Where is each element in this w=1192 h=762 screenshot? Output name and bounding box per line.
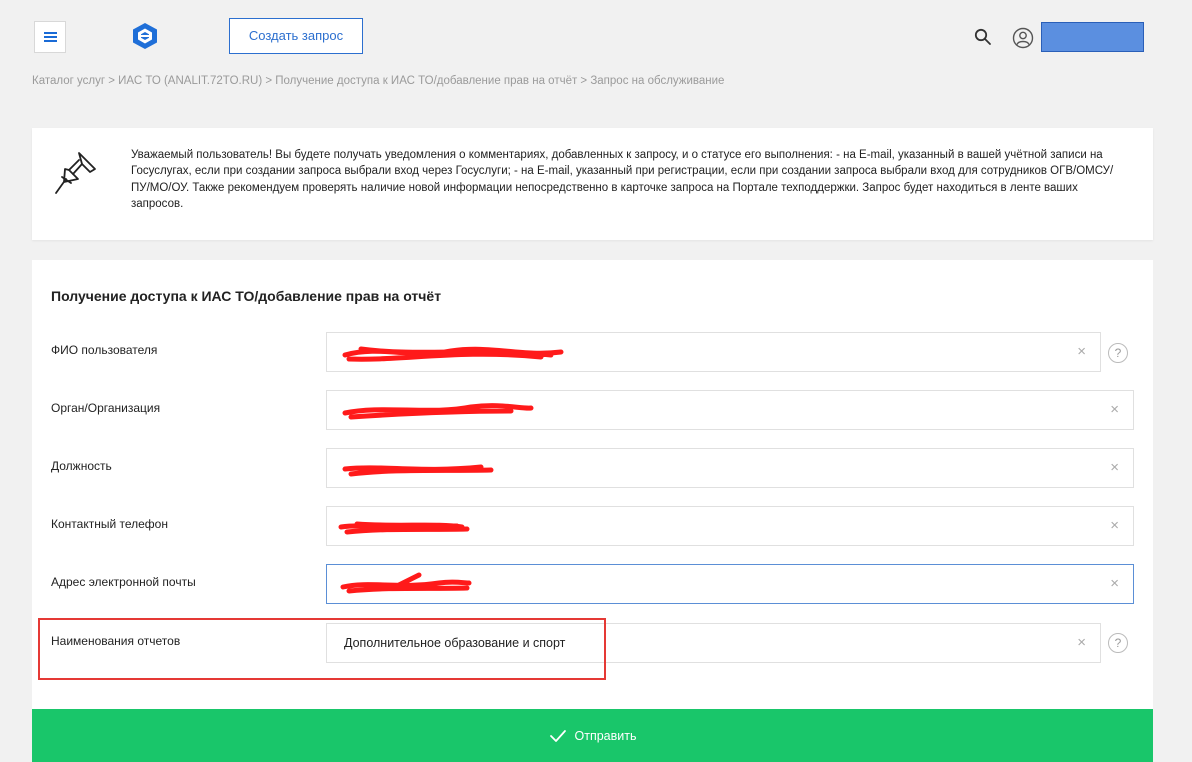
clear-icon[interactable]: × <box>1110 401 1119 418</box>
field-label-email: Адрес электронной почты <box>51 575 196 589</box>
menu-button[interactable] <box>34 21 66 53</box>
email-field[interactable]: × <box>326 564 1134 604</box>
logo-icon[interactable] <box>132 22 158 50</box>
field-label-organization: Орган/Организация <box>51 401 161 415</box>
search-icon[interactable] <box>974 28 992 46</box>
submit-button[interactable]: Отправить <box>32 709 1153 762</box>
redaction-scribble <box>338 521 470 535</box>
menu-icon <box>44 32 57 34</box>
field-label-phone: Контактный телефон <box>51 517 168 531</box>
check-icon <box>549 729 566 742</box>
redaction-scribble <box>342 403 534 420</box>
clear-icon[interactable]: × <box>1110 517 1119 534</box>
redaction-scribble <box>342 346 564 362</box>
notice-text: Уважаемый пользователь! Вы будете получа… <box>131 149 1114 210</box>
create-request-button[interactable]: Создать запрос <box>229 18 363 54</box>
help-icon[interactable]: ? <box>1108 633 1128 653</box>
full-name-field[interactable]: × <box>326 332 1101 372</box>
breadcrumb: Каталог услуг > ИАС ТО (ANALIT.72TO.RU) … <box>32 75 725 87</box>
pushpin-icon <box>55 152 96 194</box>
user-name-box[interactable] <box>1041 22 1144 52</box>
clear-icon[interactable]: × <box>1110 459 1119 476</box>
redaction-scribble <box>342 464 494 477</box>
field-label-position: Должность <box>51 459 112 473</box>
field-label-report-names: Наименования отчетов <box>51 634 181 648</box>
notice-card: Уважаемый пользователь! Вы будете получа… <box>32 128 1153 240</box>
request-form: Получение доступа к ИАС ТО/добавление пр… <box>32 260 1153 762</box>
user-icon[interactable] <box>1012 27 1034 49</box>
organization-field[interactable]: × <box>326 390 1134 430</box>
clear-icon[interactable]: × <box>1077 343 1086 360</box>
form-title: Получение доступа к ИАС ТО/добавление пр… <box>51 288 442 304</box>
report-names-field[interactable]: Дополнительное образование и спорт × <box>326 623 1101 663</box>
position-field[interactable]: × <box>326 448 1134 488</box>
redaction-scribble <box>340 572 472 594</box>
help-icon[interactable]: ? <box>1108 343 1128 363</box>
clear-icon[interactable]: × <box>1110 575 1119 592</box>
clear-icon[interactable]: × <box>1077 634 1086 651</box>
phone-field[interactable]: × <box>326 506 1134 546</box>
field-label-full-name: ФИО пользователя <box>51 343 158 357</box>
submit-label: Отправить <box>574 728 637 743</box>
header: Создать запрос <box>0 0 1192 70</box>
